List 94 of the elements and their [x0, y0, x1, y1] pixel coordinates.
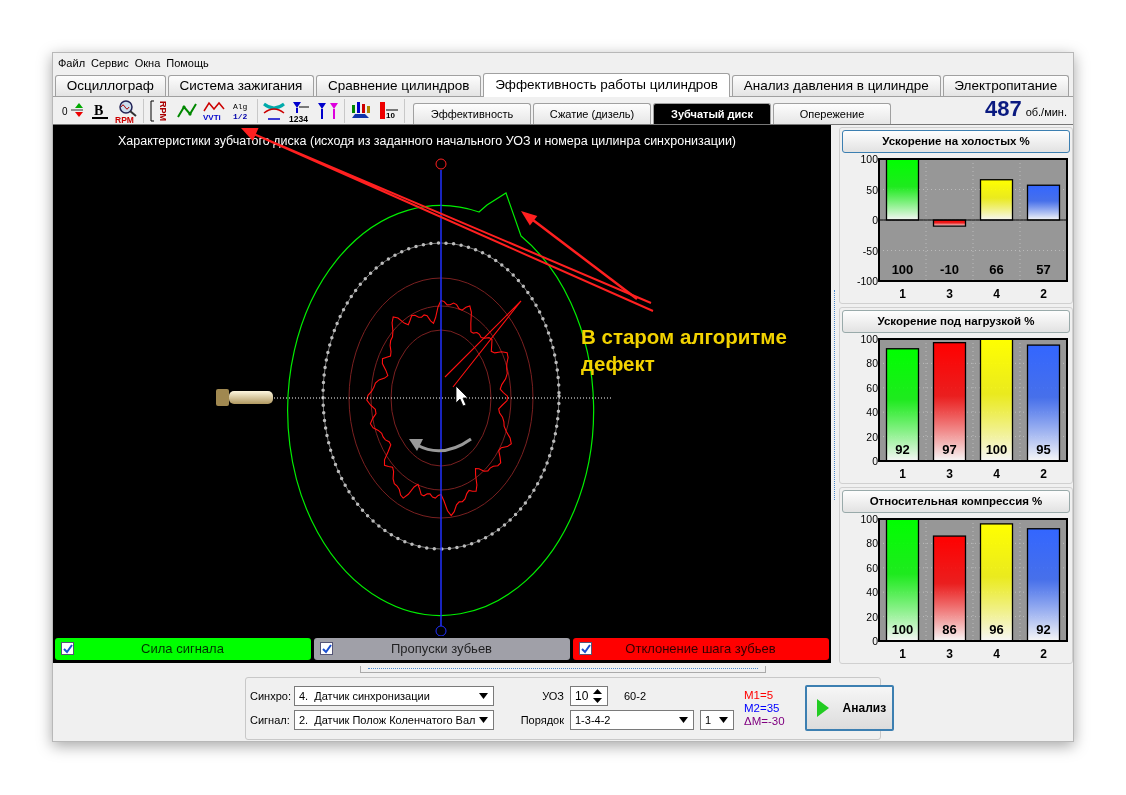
value-label: 100 — [891, 621, 914, 637]
axis-label: 80 — [866, 357, 878, 369]
checkbox[interactable] — [61, 642, 74, 656]
value-label: 95 — [1036, 441, 1051, 457]
value-label: 97 — [942, 441, 957, 457]
category-label: 3 — [946, 466, 953, 481]
axis-label: -50 — [862, 244, 878, 257]
value-label: 66 — [989, 261, 1004, 277]
tab[interactable]: Сравнение цилиндров — [316, 74, 482, 96]
rotation-arrow-icon — [409, 437, 472, 452]
axis-label: 100 — [860, 152, 878, 165]
value-label: 92 — [1036, 621, 1051, 637]
category-label: 2 — [1040, 646, 1047, 661]
teeth-pattern: 60-2 — [624, 690, 647, 703]
value-label: 96 — [989, 621, 1004, 637]
value-label: 57 — [1036, 261, 1051, 277]
marker-icon — [435, 158, 447, 170]
category-label: 4 — [993, 646, 1000, 661]
splitter-handle[interactable] — [833, 289, 837, 500]
axis-label: 100 — [860, 512, 878, 525]
axis-label: 0 — [872, 213, 878, 226]
chart-title-button[interactable]: Ускорение на холостых % — [842, 129, 1070, 153]
category-label: 2 — [1040, 286, 1047, 301]
category-label: 3 — [946, 646, 953, 661]
tab[interactable]: Эффективность работы цилиндров — [483, 72, 730, 97]
dropdown[interactable]: 1-3-4-2 — [570, 710, 694, 731]
menu-item[interactable]: Помощь — [163, 56, 212, 69]
chart-title-button[interactable]: Ускорение под нагрузкой % — [842, 309, 1070, 333]
menu-item[interactable]: Файл — [55, 56, 89, 69]
value-label: -10 — [940, 261, 959, 277]
marker-value: ΔM=-30 — [744, 715, 785, 728]
rpm-unit: об./мин. — [1025, 105, 1067, 118]
splitter-handle[interactable] — [360, 665, 766, 673]
value-label: 86 — [942, 621, 957, 637]
analyze-button[interactable]: Анализ — [804, 685, 895, 732]
tab[interactable]: Электропитание — [942, 74, 1069, 96]
axis-label: 20 — [866, 430, 878, 443]
axis-label: 80 — [866, 537, 878, 549]
field-label: Порядок — [519, 714, 564, 727]
axis-label: 100 — [860, 332, 878, 345]
tab[interactable]: Эффективность — [413, 102, 531, 124]
category-label: 3 — [946, 286, 953, 301]
spin-field[interactable]: 10 — [570, 686, 608, 707]
bolt-icon — [216, 388, 273, 406]
field-label: Синхро: — [250, 690, 292, 703]
tab[interactable]: Анализ давления в цилиндре — [731, 74, 941, 96]
caret-icon — [719, 717, 728, 724]
axis-label: 60 — [866, 381, 878, 394]
spin-arrows-icon[interactable] — [593, 689, 602, 704]
caret-icon — [479, 717, 489, 724]
marker-value: M2=35 — [744, 702, 781, 715]
tab[interactable]: Осциллограф — [55, 74, 166, 96]
axis-label: 0 — [872, 634, 878, 647]
rpm-value: 487 — [984, 95, 1022, 122]
checkbox[interactable] — [579, 642, 592, 656]
tab[interactable]: Зубчатый диск — [653, 102, 771, 124]
legend-toggle[interactable]: Сила сигнала — [55, 637, 311, 660]
value-label: 92 — [895, 441, 910, 457]
axis-label: 20 — [866, 610, 878, 623]
checkbox[interactable] — [320, 642, 333, 656]
legend-toggle[interactable]: Пропуски зубьев — [314, 637, 570, 660]
menu-item[interactable]: Сервис — [88, 56, 132, 69]
marker-icon — [435, 625, 447, 636]
dropdown[interactable]: 1 — [700, 710, 734, 731]
axis-label: 40 — [866, 405, 878, 418]
category-label: 2 — [1040, 466, 1047, 481]
category-label: 1 — [899, 286, 906, 301]
category-label: 4 — [993, 286, 1000, 301]
category-label: 1 — [899, 646, 906, 661]
caret-icon — [679, 717, 688, 724]
category-label: 4 — [993, 466, 1000, 481]
axis-label: -100 — [857, 274, 878, 287]
dropdown[interactable]: 2. Датчик Полож Коленчатого Вал — [294, 710, 494, 731]
value-label: 100 — [891, 261, 914, 277]
axis-label: 0 — [872, 454, 878, 467]
cursor-icon — [455, 385, 469, 406]
axis-label: 60 — [866, 561, 878, 574]
field-label: Сигнал: — [250, 714, 291, 727]
tab[interactable]: Опережение — [773, 102, 891, 124]
algorithm-icon[interactable]: Alg 1/2 — [229, 98, 253, 123]
legend-toggle[interactable]: Отклонение шага зубьев — [573, 637, 829, 660]
category-label: 1 — [899, 466, 906, 481]
axis-label: 40 — [866, 585, 878, 598]
menu-item[interactable]: Окна — [131, 56, 164, 69]
chart-title-button[interactable]: Относительная компрессия % — [842, 489, 1070, 513]
field-label: УОЗ — [541, 690, 564, 703]
dropdown[interactable]: 4. Датчик синхронизации — [294, 686, 494, 707]
play-icon — [816, 699, 829, 718]
caret-icon — [479, 693, 488, 700]
value-label: 100 — [985, 441, 1008, 457]
marker-value: M1=5 — [744, 689, 775, 702]
tab[interactable]: Система зажигания — [167, 74, 315, 96]
axis-label: 50 — [866, 183, 878, 196]
tab[interactable]: Сжатие (дизель) — [533, 102, 651, 124]
